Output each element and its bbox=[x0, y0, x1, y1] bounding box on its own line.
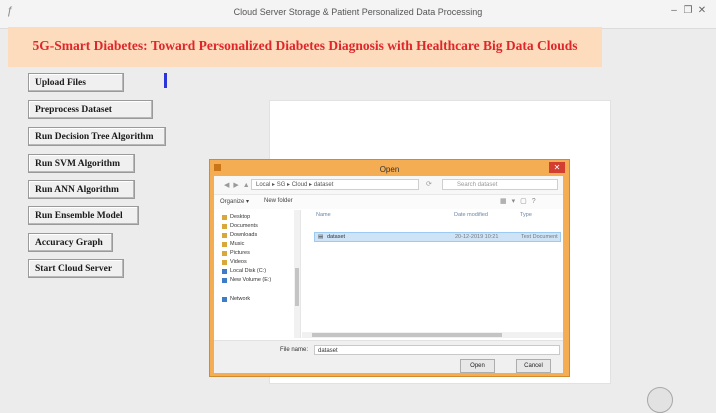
file-name-input[interactable]: dataset bbox=[314, 345, 560, 355]
banner-title: 5G-Smart Diabetes: Toward Personalized D… bbox=[32, 38, 578, 53]
dialog-footer: File name: dataset Open Cancel bbox=[214, 340, 563, 373]
window-controls: – ❐ ✕ bbox=[668, 4, 708, 18]
cancel-button[interactable]: Cancel bbox=[516, 359, 551, 373]
nav-item-music[interactable]: Music bbox=[222, 241, 244, 247]
run-ann-button[interactable]: Run ANN Algorithm bbox=[28, 180, 135, 199]
nav-item-local-disk[interactable]: Local Disk (C:) bbox=[222, 268, 266, 274]
status-circle-icon bbox=[647, 387, 673, 413]
nav-item-new-volume[interactable]: New Volume (E:) bbox=[222, 277, 271, 283]
scroll-thumb[interactable] bbox=[312, 333, 502, 337]
back-forward-icons[interactable]: ◀▶▲ bbox=[224, 181, 254, 189]
folder-icon bbox=[222, 232, 227, 238]
refresh-icon[interactable]: ⟳ bbox=[426, 180, 432, 188]
folder-icon bbox=[222, 250, 227, 256]
drive-icon bbox=[222, 268, 227, 274]
column-header-name[interactable]: Name bbox=[316, 212, 331, 218]
upload-files-button[interactable]: Upload Files bbox=[28, 73, 124, 92]
navigation-pane: Desktop Documents Downloads Music Pictur… bbox=[214, 210, 301, 338]
nav-item-downloads[interactable]: Downloads bbox=[222, 232, 257, 238]
file-date: 20-12-2019 10:21 bbox=[455, 234, 499, 240]
file-row-dataset[interactable]: ▤ dataset 20-12-2019 10:21 Text Document bbox=[314, 232, 561, 242]
nav-item-desktop[interactable]: Desktop bbox=[222, 214, 250, 220]
nav-item-pictures[interactable]: Pictures bbox=[222, 250, 250, 256]
search-input[interactable]: Search dataset bbox=[442, 179, 558, 190]
accuracy-graph-button[interactable]: Accuracy Graph bbox=[28, 233, 113, 252]
dialog-body: ◀▶▲ Local ▸ SG ▸ Cloud ▸ dataset ⟳ Searc… bbox=[214, 176, 563, 373]
scroll-thumb[interactable] bbox=[295, 268, 299, 306]
open-button[interactable]: Open bbox=[460, 359, 495, 373]
minimize-button[interactable]: – bbox=[668, 4, 680, 18]
text-cursor bbox=[164, 73, 167, 88]
file-name: dataset bbox=[327, 234, 346, 240]
maximize-button[interactable]: ❐ bbox=[682, 4, 694, 18]
dialog-close-button[interactable]: ✕ bbox=[549, 162, 565, 173]
run-svm-button[interactable]: Run SVM Algorithm bbox=[28, 154, 135, 173]
nav-item-documents[interactable]: Documents bbox=[222, 223, 258, 229]
window-title: Cloud Server Storage & Patient Personali… bbox=[233, 7, 483, 17]
view-options-icons[interactable]: ▦▾▢? bbox=[500, 197, 541, 205]
column-header-type[interactable]: Type bbox=[520, 212, 532, 218]
column-header-date[interactable]: Date modified bbox=[454, 212, 488, 218]
nav-item-videos[interactable]: Videos bbox=[222, 259, 247, 265]
close-button[interactable]: ✕ bbox=[696, 4, 708, 18]
dialog-title: Open bbox=[379, 165, 400, 174]
preprocess-dataset-button[interactable]: Preprocess Dataset bbox=[28, 100, 153, 119]
nav-item-network[interactable]: Network bbox=[222, 296, 250, 302]
network-icon bbox=[222, 296, 227, 302]
folder-icon bbox=[222, 259, 227, 265]
folder-icon bbox=[222, 241, 227, 247]
run-ensemble-button[interactable]: Run Ensemble Model bbox=[28, 206, 139, 225]
start-cloud-server-button[interactable]: Start Cloud Server bbox=[28, 259, 124, 278]
address-bar[interactable]: Local ▸ SG ▸ Cloud ▸ dataset bbox=[251, 179, 419, 190]
file-icon: ▤ bbox=[318, 234, 324, 240]
folder-icon bbox=[222, 214, 227, 220]
dialog-address-row: ◀▶▲ Local ▸ SG ▸ Cloud ▸ dataset ⟳ Searc… bbox=[214, 176, 563, 195]
file-list: Name Date modified Type ▤ dataset 20-12-… bbox=[302, 210, 563, 330]
window-titlebar: ƒ Cloud Server Storage & Patient Persona… bbox=[0, 0, 716, 29]
dialog-toolbar: Organize ▾ New folder ▦▾▢? bbox=[214, 195, 563, 209]
run-decision-tree-button[interactable]: Run Decision Tree Algorithm bbox=[28, 127, 166, 146]
nav-pane-scrollbar[interactable] bbox=[294, 210, 300, 338]
file-type: Text Document bbox=[521, 234, 558, 240]
folder-icon bbox=[222, 223, 227, 229]
drive-icon bbox=[222, 277, 227, 283]
file-list-scrollbar[interactable] bbox=[302, 332, 563, 338]
new-folder-button[interactable]: New folder bbox=[264, 198, 293, 204]
organize-menu[interactable]: Organize ▾ bbox=[220, 198, 249, 205]
header-banner: 5G-Smart Diabetes: Toward Personalized D… bbox=[8, 27, 602, 67]
file-name-label: File name: bbox=[280, 347, 309, 353]
open-file-dialog: Open ✕ ◀▶▲ Local ▸ SG ▸ Cloud ▸ dataset … bbox=[209, 159, 570, 377]
